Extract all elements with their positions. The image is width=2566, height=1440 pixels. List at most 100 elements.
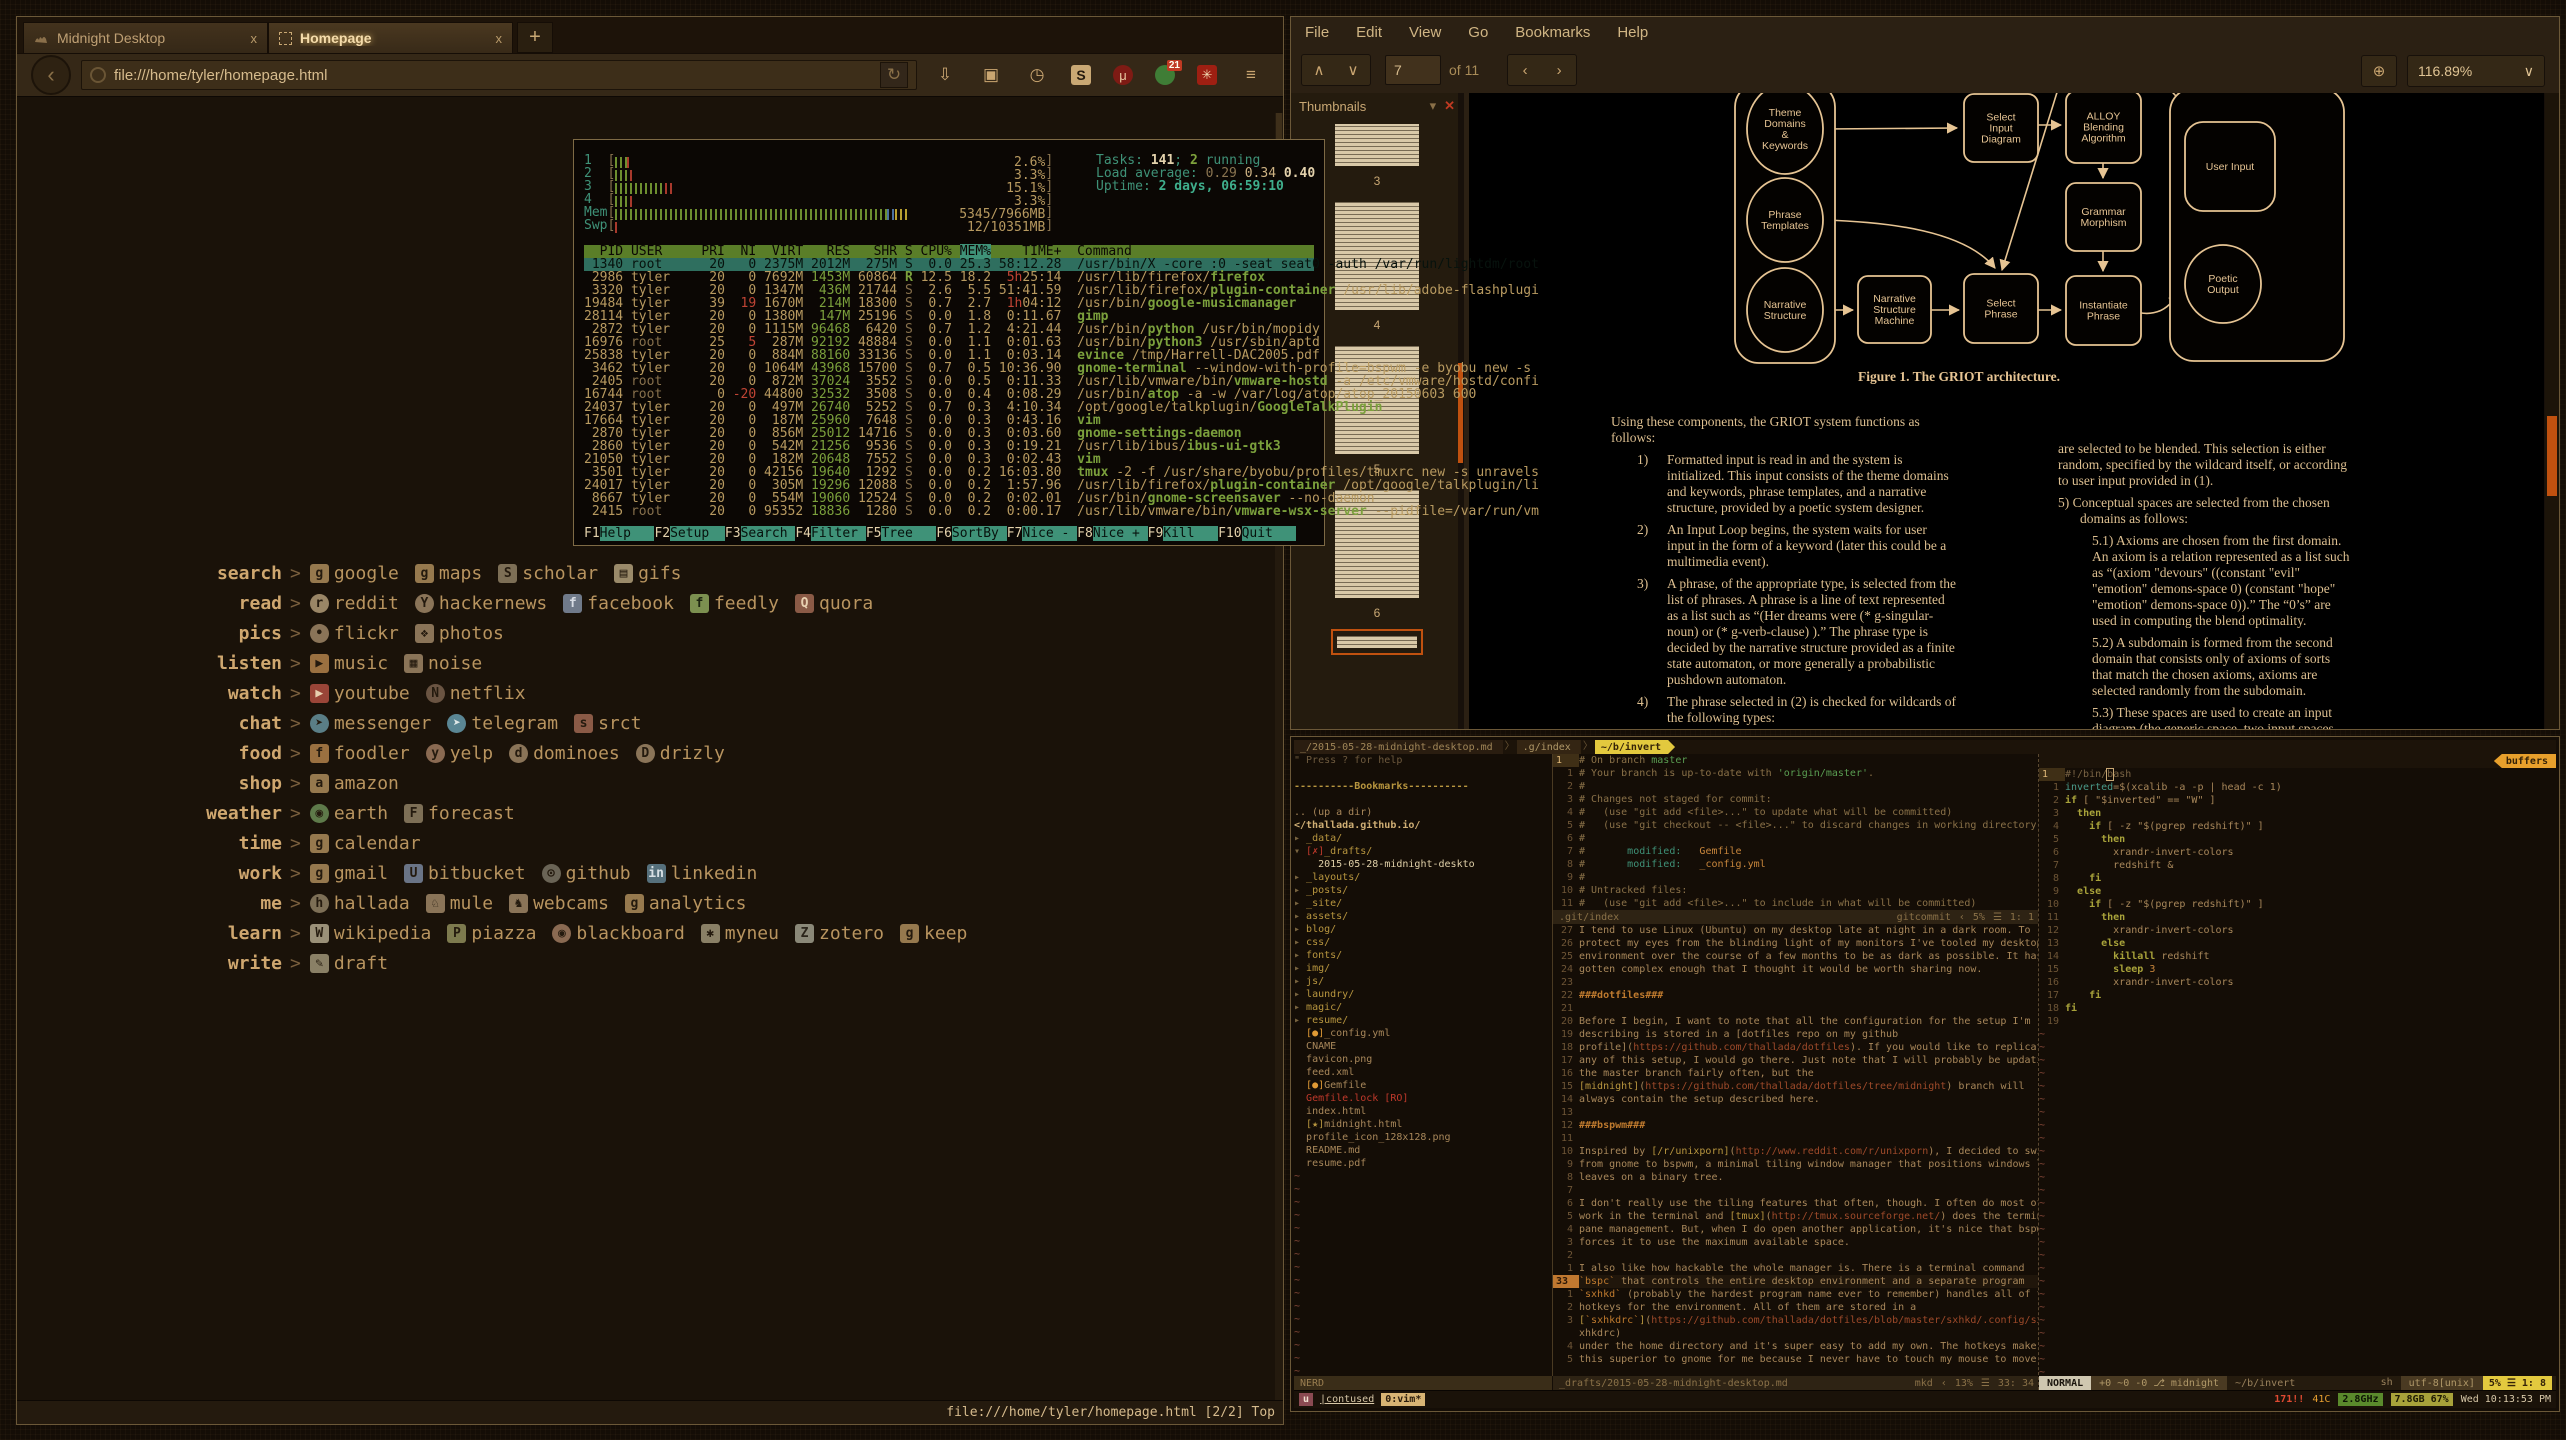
code-line[interactable]: 24gotten complex enough that I thought i… [1553,963,2038,976]
code-line[interactable]: 4 if [ -z "$(pgrep redshift)" ] [2039,820,2556,833]
homepage-link[interactable]: Zzotero [795,923,884,944]
homepage-link[interactable]: gmaps [415,563,482,584]
zoom-fit-icon[interactable]: ⊕ [2362,56,2396,86]
code-line[interactable]: 21 [1553,1002,2038,1015]
code-line[interactable]: 19 [2039,1015,2556,1028]
homepage-link[interactable]: ◉earth [310,803,388,824]
vim-tab-2[interactable]: ~/b/invert [1595,740,1675,754]
code-line[interactable]: 25environment over the course of a few m… [1553,950,2038,963]
zoom-level-dropdown[interactable]: 116.89%∨ [2407,55,2545,87]
homepage-link[interactable]: ➤messenger [310,713,432,734]
homepage-link[interactable]: ➤telegram [447,713,558,734]
nerdtree-item[interactable]: ▸ magic/ [1294,1001,1552,1014]
homepage-link[interactable]: ffoodler [310,743,410,764]
code-line[interactable]: 23 [1553,976,2038,989]
homepage-link[interactable]: ggmail [310,863,388,884]
homepage-link[interactable]: ♘mule [426,893,493,914]
nerdtree-item[interactable]: Gemfile.lock [RO] [1294,1092,1552,1105]
code-line[interactable]: 15 sleep 3 [2039,963,2556,976]
code-line[interactable]: 17 fi [2039,989,2556,1002]
nerdtree-filler[interactable]: ~ [1294,1339,1552,1352]
fkey-f7[interactable]: F7 [1007,526,1023,541]
code-line[interactable]: 4pane management. But, when I do open an… [1553,1223,2038,1236]
homepage-link[interactable]: ❖photos [415,623,504,644]
nerdtree-item[interactable]: index.html [1294,1105,1552,1118]
tab-close-icon[interactable]: x [251,31,258,46]
fkey-f8[interactable]: F8 [1077,526,1093,541]
homepage-link[interactable]: Ddrizly [636,743,725,764]
nerdtree-bookmarks-header[interactable]: ----------Bookmarks---------- [1294,780,1552,793]
code-line[interactable]: 8 fi [2039,872,2556,885]
menu-help[interactable]: Help [1617,24,1648,41]
homepage-link[interactable]: ✱myneu [701,923,779,944]
thumbnail-page-selected[interactable] [1291,629,1463,655]
homepage-link[interactable]: Nnetflix [426,683,526,704]
code-line[interactable]: 22###dotfiles### [1553,989,2038,1002]
code-line[interactable]: 6# [1553,832,2038,845]
code-line[interactable]: 12###bspwm### [1553,1119,2038,1132]
homepage-link[interactable]: ganalytics [625,893,747,914]
history-back-icon[interactable]: ‹ [1508,55,1542,85]
code-line[interactable]: 11 then [2039,911,2556,924]
code-line[interactable]: 13 else [2039,937,2556,950]
nerdtree-row[interactable] [1294,793,1552,806]
code-line[interactable]: 6I don't really use the tiling features … [1553,1197,2038,1210]
code-line[interactable]: 6 xrandr-invert-colors [2039,846,2556,859]
code-line[interactable]: 5work in the terminal and [tmux](http://… [1553,1210,2038,1223]
nerdtree-filler[interactable]: ~ [1294,1196,1552,1209]
code-line[interactable]: 3 then [2039,807,2556,820]
fkey-f4[interactable]: F4 [795,526,811,541]
nerdtree-item[interactable]: ▸ resume/ [1294,1014,1552,1027]
menu-bookmarks[interactable]: Bookmarks [1515,24,1590,41]
invert-script-buffer[interactable]: 1#!/bin/bash1inverted=$(xcalib -a -p | h… [2039,768,2556,1392]
tmux-window-label[interactable]: 0:vim* [1381,1393,1425,1406]
homepage-link[interactable]: ssrct [574,713,641,734]
homepage-link[interactable]: Ubitbucket [404,863,526,884]
code-line[interactable]: 13 [1553,1106,2038,1119]
nerdtree-filler[interactable]: ~ [1294,1183,1552,1196]
history-clock-icon[interactable]: ◷ [1025,63,1049,87]
homepage-link[interactable]: ▶youtube [310,683,410,704]
nerdtree-item[interactable]: ▸ fonts/ [1294,949,1552,962]
nerdtree-item[interactable]: [●]Gemfile [1294,1079,1552,1092]
homepage-link[interactable]: ffeedly [690,593,779,614]
code-line[interactable]: 19describing is stored in a [dotfiles re… [1553,1028,2038,1041]
code-line[interactable]: 7 [1553,1184,2038,1197]
code-line[interactable]: 5 then [2039,833,2556,846]
page-number-input[interactable]: 7 [1385,55,1441,85]
code-line[interactable]: 10 if [ -z "$(pgrep redshift)" ] [2039,898,2556,911]
nerdtree-filler[interactable]: ~ [1294,1313,1552,1326]
homepage-link[interactable]: Fforecast [404,803,515,824]
code-line[interactable]: 5# (use "git checkout -- <file>..." to d… [1553,819,2038,832]
homepage-link[interactable]: ◉blackboard [552,923,684,944]
code-line[interactable]: 1# On branch master [1553,754,2038,767]
nerdtree-filler[interactable]: ~ [1294,1300,1552,1313]
nerdtree-item[interactable]: ▸ _layouts/ [1294,871,1552,884]
sidebar-dropdown-icon[interactable]: ▾ [1430,98,1437,114]
code-line[interactable]: 20Before I begin, I want to note that al… [1553,1015,2038,1028]
code-line[interactable]: 10Inspired by [/r/unixporn](http://www.r… [1553,1145,2038,1158]
fkey-f9[interactable]: F9 [1148,526,1164,541]
code-line[interactable]: 12 xrandr-invert-colors [2039,924,2556,937]
code-line[interactable]: 1`sxhkd` (probably the hardest program n… [1553,1288,2038,1301]
nerdtree-root[interactable]: </thallada.github.io/ [1294,819,1552,832]
new-tab-button[interactable]: + [517,22,553,53]
browser-tab[interactable]: Midnight Desktopx [23,22,268,53]
code-line[interactable]: 18fi [2039,1002,2556,1015]
menu-go[interactable]: Go [1468,24,1488,41]
nerdtree-item[interactable]: ▸ blog/ [1294,923,1552,936]
nerdtree-item[interactable]: ▸ _posts/ [1294,884,1552,897]
homepage-link[interactable]: Wwikipedia [310,923,432,944]
nerdtree-item[interactable]: ▾ [✗]_drafts/ [1294,845,1552,858]
nerdtree-item[interactable]: ▸ css/ [1294,936,1552,949]
page-up-icon[interactable]: ∧ [1302,55,1336,85]
homepage-link[interactable]: Yhackernews [415,593,547,614]
nerdtree-filler[interactable]: ~ [1294,1352,1552,1365]
nerdtree-item[interactable]: CNAME [1294,1040,1552,1053]
code-line[interactable]: 1#!/bin/bash [2039,768,2556,781]
nerdtree-filler[interactable]: ~ [1294,1209,1552,1222]
code-line[interactable]: 2if [ "$inverted" == "W" ] [2039,794,2556,807]
code-line[interactable]: 8# modified: _config.yml [1553,858,2038,871]
homepage-link[interactable]: inlinkedin [647,863,758,884]
htop-function-keys[interactable]: F1Help F2Setup F3Search F4Filter F5Tree … [584,527,1314,540]
